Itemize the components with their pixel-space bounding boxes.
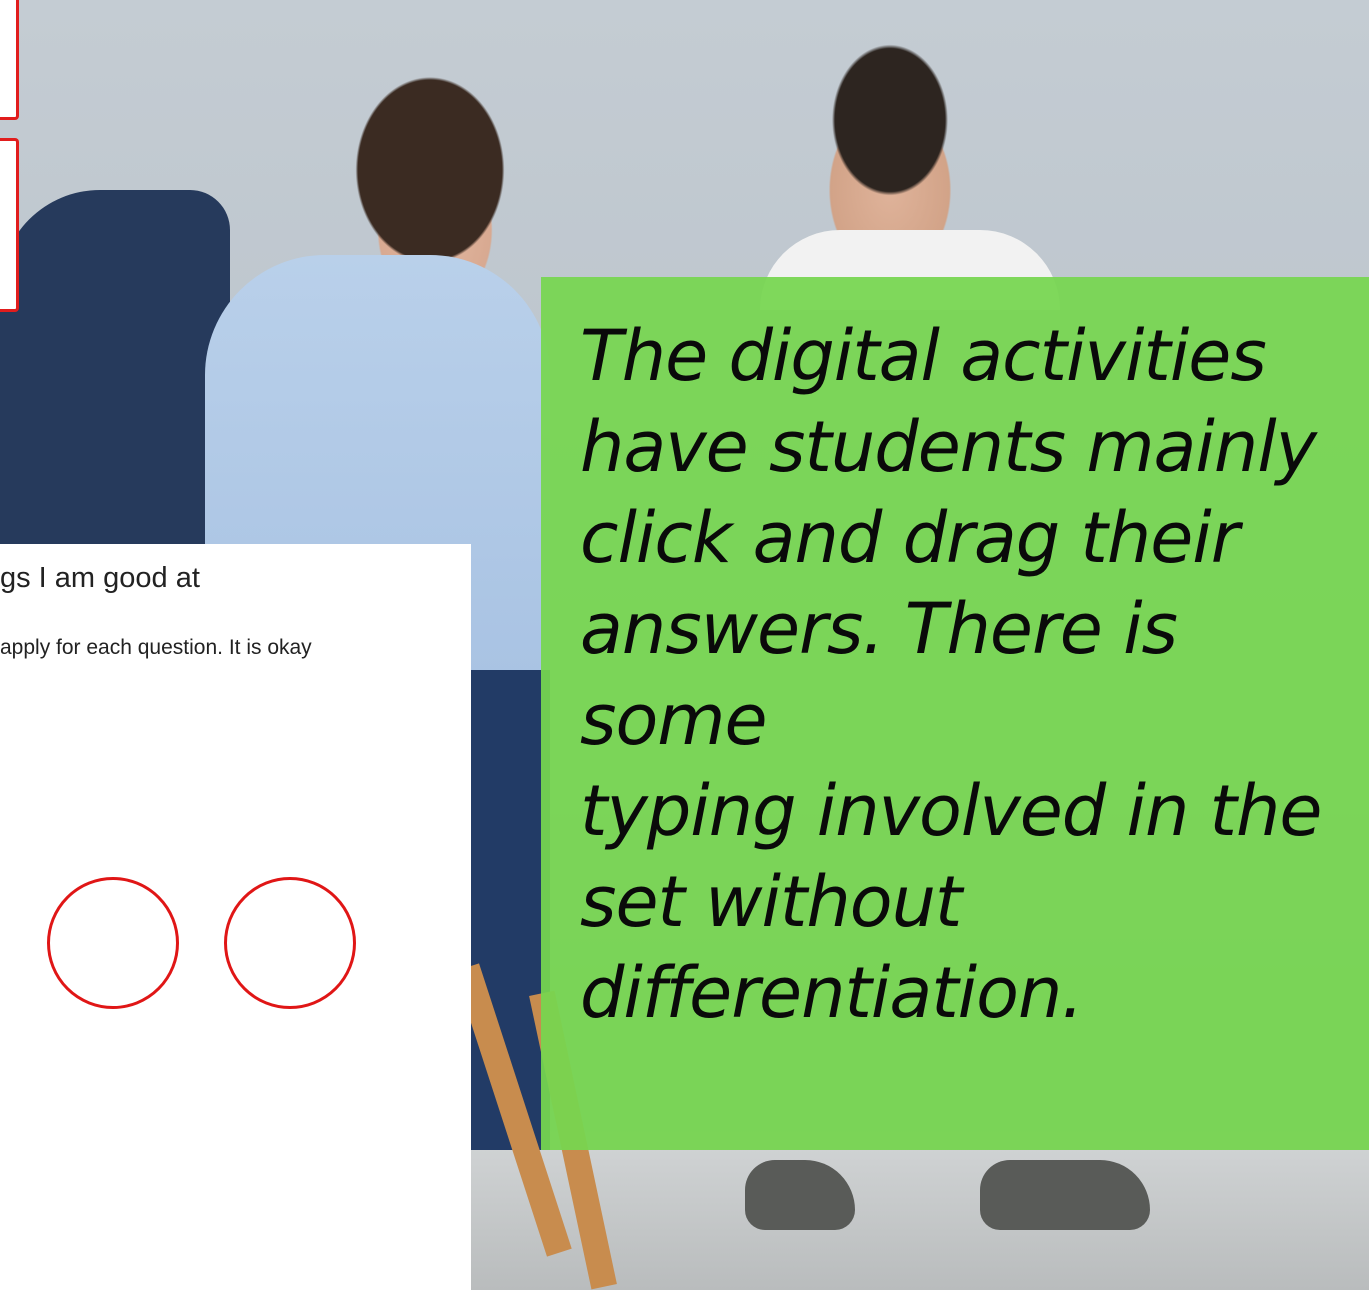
person-left-sweater — [0, 190, 230, 550]
callout-box: The digital activities have students mai… — [541, 277, 1369, 1150]
worksheet-frame-top — [0, 0, 19, 120]
worksheet-title: gs I am good at — [0, 562, 200, 594]
worksheet-frame-middle — [0, 138, 19, 312]
callout-text: The digital activities have students mai… — [580, 315, 1322, 1034]
worksheet-instruction: apply for each question. It is okay — [0, 636, 312, 659]
answer-circle[interactable] — [47, 877, 179, 1009]
answer-circle[interactable] — [224, 877, 356, 1009]
shoe — [980, 1160, 1150, 1230]
worksheet-preview: gs I am good at apply for each question.… — [0, 544, 471, 1290]
